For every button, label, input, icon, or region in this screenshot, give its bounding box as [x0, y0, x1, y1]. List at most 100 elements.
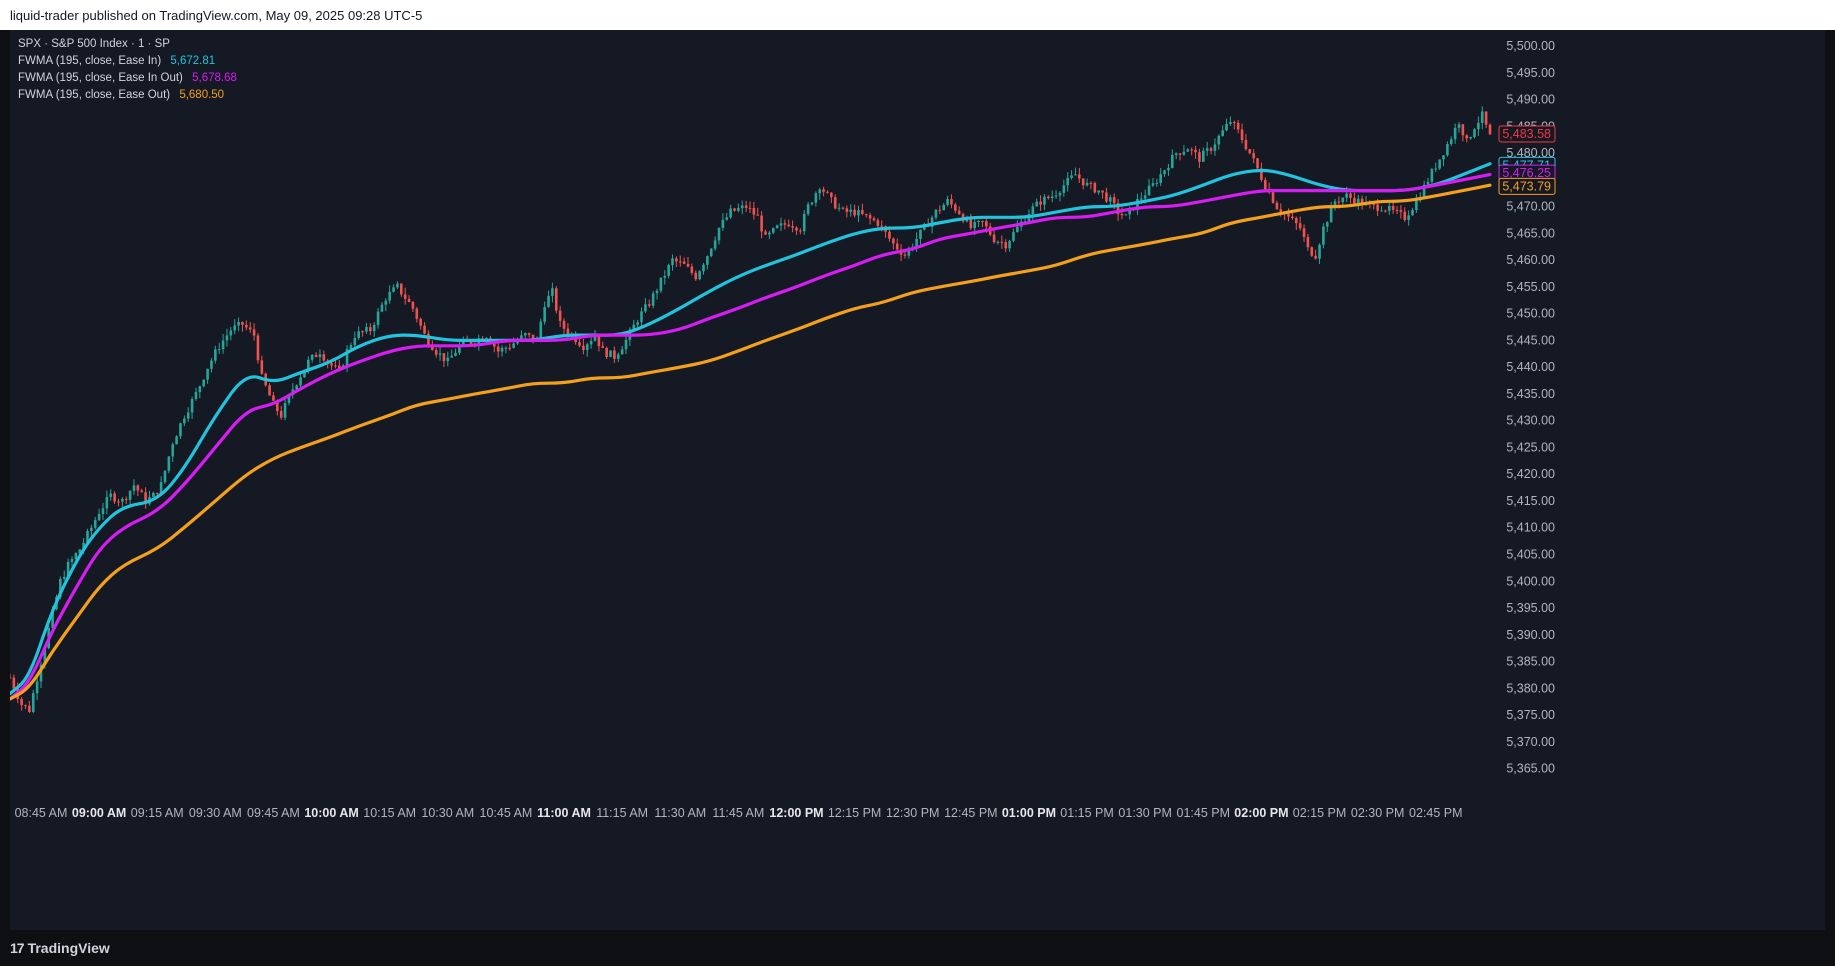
candle-body: [1275, 202, 1279, 210]
candle-body: [795, 227, 798, 231]
candle-body: [1314, 255, 1317, 259]
legend-row-ease-in[interactable]: FWMA (195, close, Ease In) 5,672.81: [18, 53, 237, 70]
candle-body: [1291, 216, 1294, 219]
candle-body: [601, 346, 605, 348]
candle-body: [361, 331, 364, 333]
candle-body: [810, 202, 814, 205]
price-tick-label: 5,465.00: [1506, 226, 1555, 240]
candle-body: [551, 288, 554, 296]
candle-body: [411, 301, 415, 309]
candle-body: [853, 209, 856, 216]
candle-body: [1097, 190, 1100, 193]
candle-body: [237, 321, 240, 326]
symbol-title[interactable]: SPX · S&P 500 Index · 1 · SP: [18, 36, 237, 53]
candle-body: [1120, 214, 1124, 216]
candle-body: [1151, 183, 1155, 186]
candle-body: [977, 220, 980, 223]
candle-body: [512, 343, 515, 348]
price-tick-label: 5,395.00: [1506, 601, 1555, 615]
candle-body: [888, 231, 891, 239]
time-tick-label: 09:15 AM: [131, 806, 184, 820]
time-tick-label: 09:30 AM: [189, 806, 242, 820]
candle-body: [1008, 240, 1011, 249]
candle-body: [175, 436, 178, 445]
candle-body: [1062, 185, 1066, 193]
candle-body: [954, 204, 957, 211]
candle-body: [826, 191, 829, 193]
price-tick-label: 5,425.00: [1506, 440, 1555, 454]
candle-body: [895, 243, 899, 250]
candle-body: [245, 324, 248, 328]
time-tick-label: 09:45 AM: [247, 806, 300, 820]
time-tick-label: 02:30 PM: [1351, 806, 1405, 820]
candle-body: [713, 240, 717, 249]
candle-body: [1232, 121, 1236, 123]
candle-body: [70, 558, 74, 562]
candle-body: [1101, 190, 1104, 193]
candle-body: [775, 225, 779, 229]
time-tick-label: 11:30 AM: [654, 806, 706, 820]
legend-row-ease-in-out[interactable]: FWMA (195, close, Ease In Out) 5,678.68: [18, 70, 237, 87]
candle-body: [1384, 210, 1387, 212]
candle-body: [1004, 242, 1008, 249]
time-tick-label: 09:00 AM: [72, 806, 126, 820]
candle-body: [155, 492, 159, 494]
candle-body: [210, 360, 213, 369]
candle-body: [1078, 174, 1081, 179]
candle-body: [818, 189, 822, 194]
time-tick-label: 02:45 PM: [1409, 806, 1463, 820]
candle-body: [698, 271, 701, 280]
candle-body: [206, 368, 209, 380]
candle-body: [1058, 192, 1062, 196]
candle-body: [655, 290, 659, 294]
candle-body: [1457, 124, 1461, 128]
legend-label: FWMA (195, close, Ease Out): [18, 89, 171, 101]
candle-body: [1159, 174, 1162, 183]
time-axis[interactable]: 08:45 AM 09:00 AM 09:15 AM 09:30 AM 09:45 AM…: [15, 806, 1463, 820]
candle-body: [1376, 204, 1379, 211]
candle-body: [314, 354, 318, 358]
tradingview-logo[interactable]: 17 TradingView: [10, 940, 110, 956]
candle-body: [589, 340, 593, 345]
candle-body: [20, 699, 23, 706]
price-chart[interactable]: 5,365.00 5,370.00 5,375.00 5,380.00 5,385.00…: [10, 30, 1825, 930]
candle-body: [1054, 195, 1058, 197]
candle-body: [117, 501, 120, 503]
candle-body: [651, 293, 655, 306]
time-tick-label: 01:45 PM: [1177, 806, 1231, 820]
publisher-header: liquid-trader published on TradingView.c…: [0, 0, 1835, 30]
fwma-lines: [10, 162, 1492, 701]
candle-body: [241, 321, 244, 325]
fwma-line-1: [10, 172, 1492, 701]
price-tick-label: 5,390.00: [1506, 628, 1555, 642]
candle-body: [934, 209, 938, 218]
candle-body: [973, 222, 977, 229]
candle-body: [365, 327, 368, 332]
candle-body: [527, 333, 531, 335]
candle-body: [616, 354, 620, 359]
candle-body: [194, 392, 198, 400]
candle-body: [500, 347, 504, 352]
legend-value: 5,680.50: [179, 89, 225, 101]
time-tick-label: 10:30 AM: [421, 806, 474, 820]
candle-body: [1198, 152, 1201, 162]
price-axis[interactable]: 5,365.00 5,370.00 5,375.00 5,380.00 5,385.00…: [1506, 39, 1555, 776]
candle-body: [318, 354, 322, 358]
candle-body: [1469, 137, 1472, 139]
candle-body: [1434, 168, 1438, 170]
candle-body: [357, 331, 360, 338]
legend-row-ease-out[interactable]: FWMA (195, close, Ease Out) 5,680.50: [18, 87, 237, 104]
price-tick-label: 5,500.00: [1506, 39, 1555, 53]
candle-body: [992, 234, 996, 243]
candle-body: [1473, 129, 1476, 138]
candle-body: [876, 220, 880, 226]
candle-body: [229, 330, 233, 336]
candle-body: [1209, 148, 1213, 151]
candle-body: [1093, 183, 1097, 193]
candle-body: [1236, 122, 1240, 130]
time-tick-label: 10:15 AM: [363, 806, 416, 820]
candle-body: [539, 321, 543, 339]
candle-body: [1248, 149, 1252, 154]
candle-body: [981, 220, 984, 222]
candle-body: [1201, 150, 1205, 162]
